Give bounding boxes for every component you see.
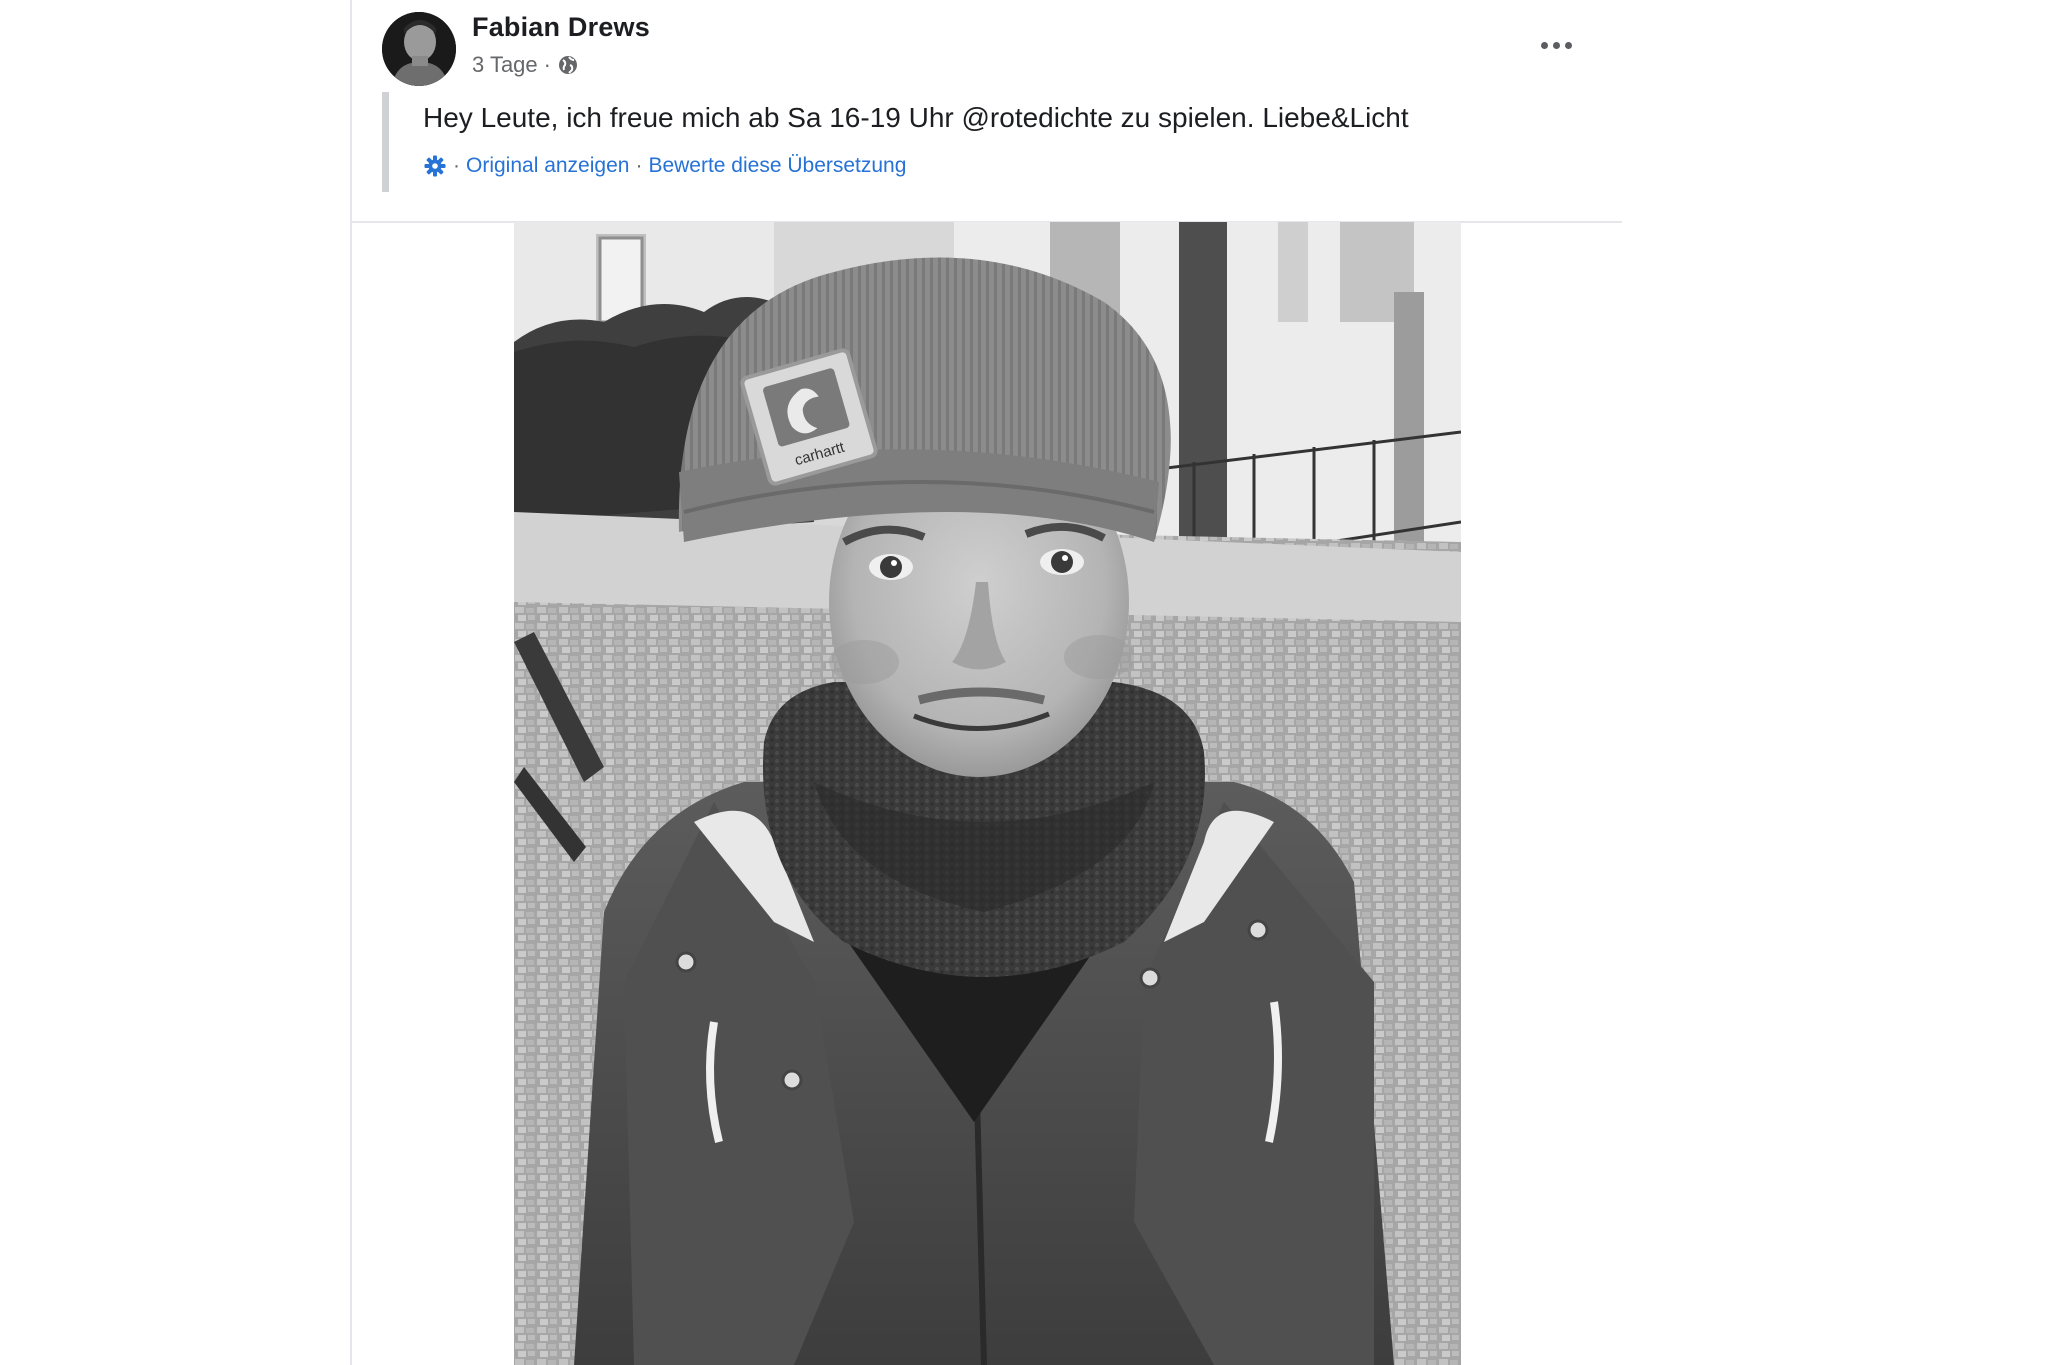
more-horizontal-icon (1540, 41, 1548, 49)
post-text: Hey Leute, ich freue mich ab Sa 16-19 Uh… (423, 102, 1409, 133)
author-avatar[interactable] (382, 12, 456, 86)
photo-image: carhartt (514, 222, 1461, 1365)
author-name[interactable]: Fabian Drews (472, 12, 650, 43)
more-dot (1564, 41, 1572, 49)
translated-text-block: Hey Leute, ich freue mich ab Sa 16-19 Uh… (382, 92, 1539, 192)
rate-translation-link[interactable]: Bewerte diese Übersetzung (648, 154, 906, 178)
globe-icon[interactable] (557, 54, 579, 76)
translation-separator: · (635, 154, 643, 177)
show-original-link[interactable]: Original anzeigen (466, 154, 629, 178)
post-card: Fabian Drews 3 Tage · Hey Leute, ich fre… (350, 0, 1622, 1365)
post-menu-button[interactable] (1532, 26, 1580, 64)
avatar-image (382, 12, 456, 86)
post-meta: 3 Tage · (472, 52, 579, 78)
post-photo[interactable]: carhartt (514, 222, 1461, 1365)
gear-icon[interactable] (423, 154, 447, 178)
meta-separator: · (543, 52, 551, 77)
translation-separator: · (453, 154, 460, 177)
translation-row: · Original anzeigen · Bewerte diese Über… (423, 154, 906, 178)
post-time[interactable]: 3 Tage (472, 52, 538, 78)
more-dot (1552, 41, 1560, 49)
